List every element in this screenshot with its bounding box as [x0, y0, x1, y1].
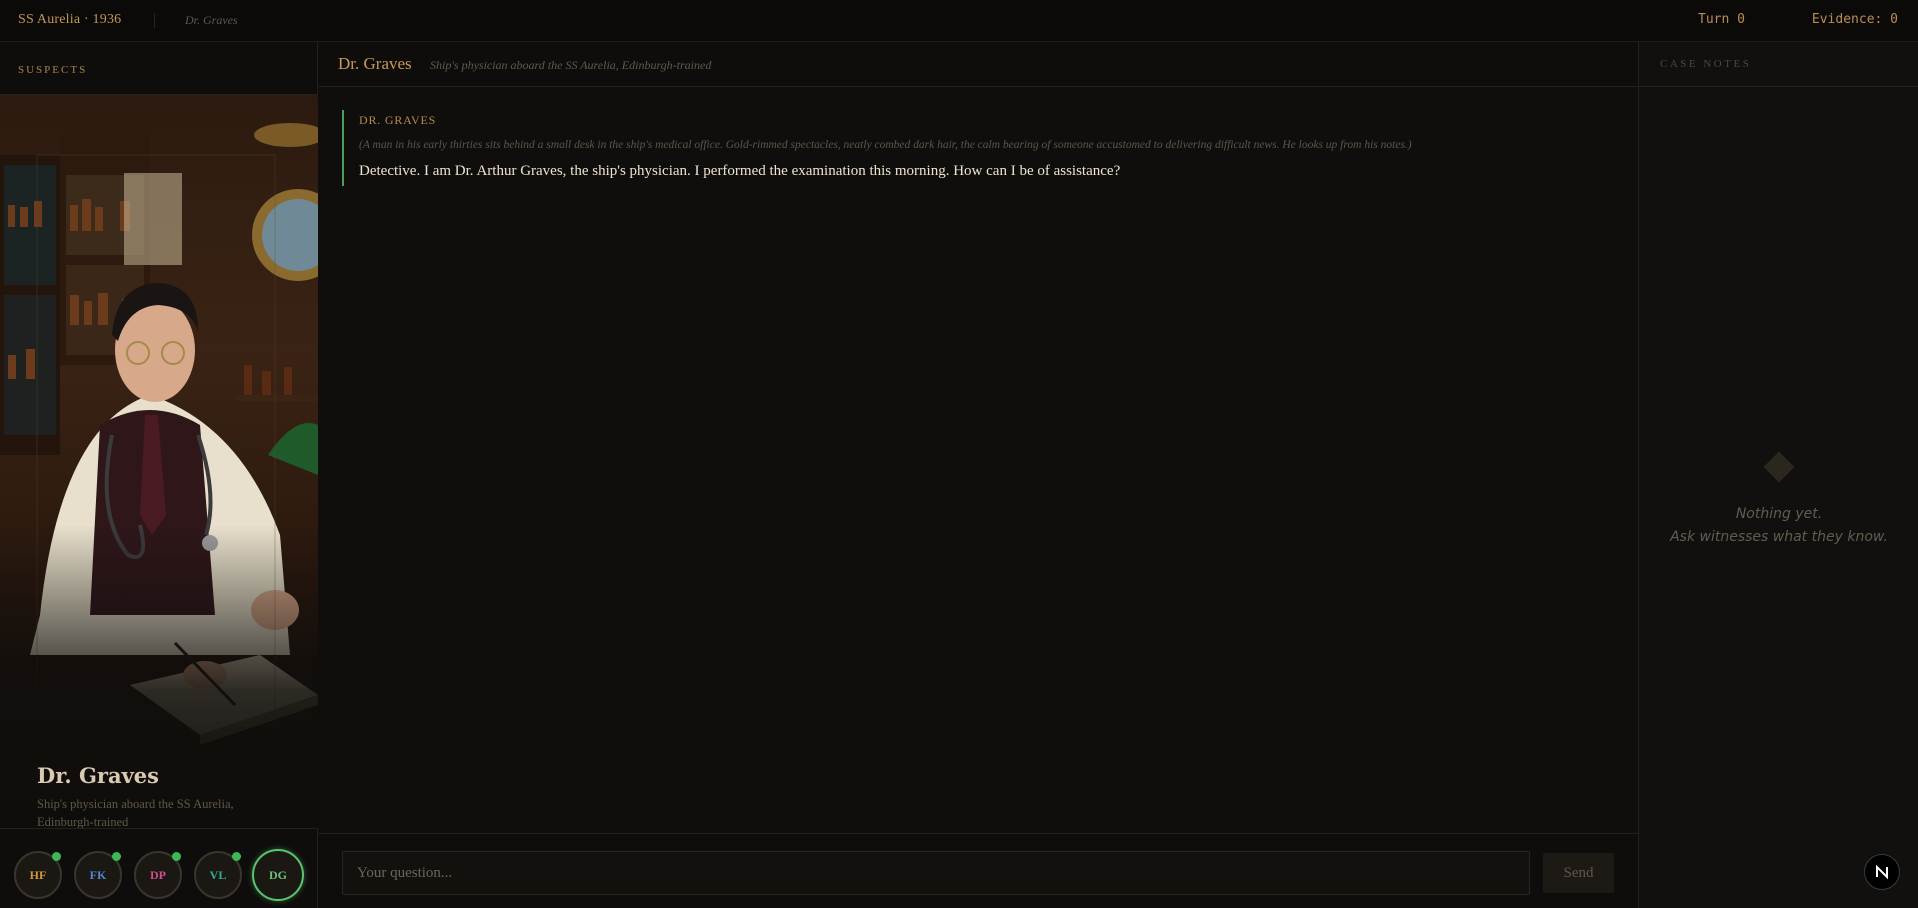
suspect-avatar-fk[interactable]: FK — [74, 851, 122, 899]
online-indicator — [172, 852, 181, 861]
conversation-suspect-name: Dr. Graves — [338, 54, 412, 73]
conversation-header: Dr. Graves Ship's physician aboard the S… — [318, 42, 1638, 87]
turn-counter: Turn 0 — [1698, 12, 1745, 27]
suspects-sidebar: SUSPECTS Dr. Graves Ship's physician abo… — [0, 42, 318, 908]
app-title: SS Aurelia · 1936 — [18, 12, 122, 27]
avatar-initials: DP — [150, 867, 166, 882]
n-glyph-icon — [1876, 864, 1888, 880]
question-input[interactable] — [342, 851, 1530, 895]
avatar-initials: VL — [209, 867, 227, 882]
send-button[interactable]: Send — [1543, 853, 1614, 893]
empty-state-title: Nothing yet. — [1735, 506, 1823, 522]
avatar-initials: FK — [89, 867, 107, 882]
message-stage-direction: (A man in his early thirties sits behind… — [359, 139, 1412, 151]
suspect-avatars: HF FK DP VL DG — [0, 828, 318, 908]
online-indicator — [52, 852, 61, 861]
evidence-counter: Evidence: 0 — [1811, 12, 1898, 27]
avatar-initials: HF — [29, 867, 47, 882]
portrait-description: Ship's physician aboard the SS Aurelia, … — [37, 797, 234, 828]
online-indicator — [112, 852, 121, 861]
suspect-avatar-dp[interactable]: DP — [134, 851, 182, 899]
diamond-icon — [1763, 451, 1795, 483]
conversation-suspect-subtitle: Ship's physician aboard the SS Aurelia, … — [430, 58, 712, 72]
suspect-avatar-vl[interactable]: VL — [194, 851, 242, 899]
question-composer: Send — [318, 833, 1638, 908]
suspect-portrait: Dr. Graves Ship's physician aboard the S… — [0, 95, 318, 828]
title-divider — [154, 13, 155, 28]
current-suspect-label: Dr. Graves — [185, 13, 238, 27]
top-bar: SS Aurelia · 1936 Dr. Graves Turn 0 Evid… — [0, 0, 1918, 42]
suspect-avatar-dg[interactable]: DG — [252, 849, 304, 901]
message-text: Detective. I am Dr. Arthur Graves, the s… — [359, 163, 1121, 179]
sidebar-header: SUSPECTS — [0, 42, 318, 95]
case-notes-panel: CASE NOTES Nothing yet. Ask witnesses wh… — [1638, 42, 1918, 908]
case-notes-header: CASE NOTES — [1639, 42, 1918, 87]
sidebar-title: SUSPECTS — [18, 64, 88, 76]
message-speaker: DR. GRAVES — [359, 113, 437, 127]
n-logo-icon[interactable] — [1864, 854, 1900, 890]
case-notes-title: CASE NOTES — [1660, 58, 1752, 70]
online-indicator — [232, 852, 241, 861]
conversation-panel: Dr. Graves Ship's physician aboard the S… — [318, 42, 1638, 908]
portrait-name: Dr. Graves — [37, 763, 159, 788]
avatar-initials: DG — [269, 867, 287, 882]
message-bubble: DR. GRAVES (A man in his early thirties … — [342, 110, 1602, 186]
empty-state-hint: Ask witnesses what they know. — [1670, 529, 1888, 545]
suspect-avatar-hf[interactable]: HF — [14, 851, 62, 899]
